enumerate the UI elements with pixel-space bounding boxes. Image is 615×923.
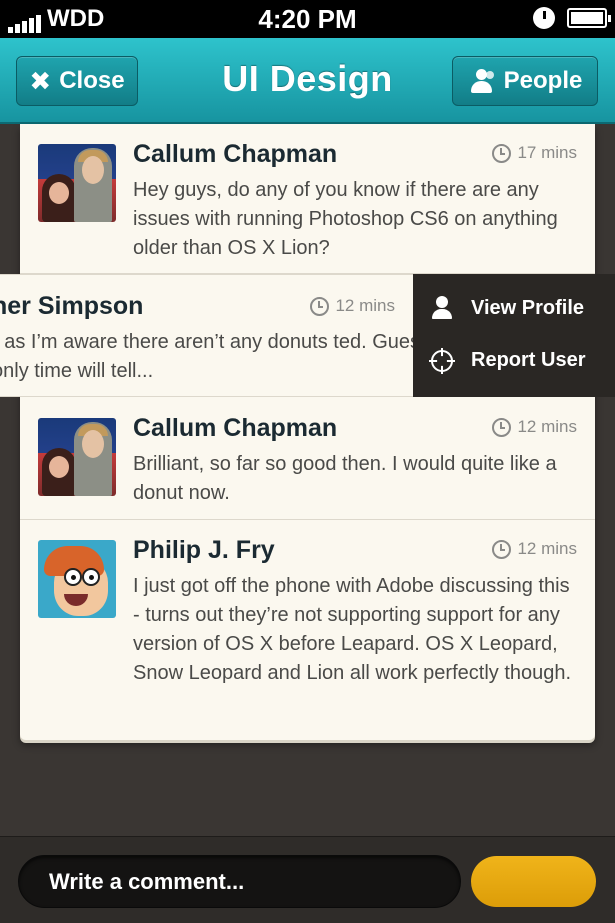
- timestamp: 17 mins: [492, 143, 577, 163]
- navigation-bar: ✖ Close UI Design People: [0, 38, 615, 124]
- swiped-list-item[interactable]: her Simpson 12 mins r as I’m aware there…: [0, 274, 615, 398]
- send-button[interactable]: [471, 856, 596, 907]
- message-text: Hey guys, do any of you know if there ar…: [133, 179, 558, 259]
- people-button[interactable]: People: [452, 56, 598, 106]
- view-profile-button[interactable]: View Profile: [431, 296, 584, 320]
- timestamp: 12 mins: [492, 539, 577, 559]
- author-name[interactable]: her Simpson: [0, 292, 143, 321]
- message-text: Brilliant, so far so good then. I would …: [133, 453, 557, 504]
- message-text: I just got off the phone with Adobe disc…: [133, 575, 572, 684]
- alarm-clock-icon: [533, 7, 555, 29]
- author-name[interactable]: Philip J. Fry: [133, 536, 275, 565]
- swipe-action-panel: View Profile Report User: [413, 274, 615, 397]
- crosshair-icon: [429, 347, 455, 374]
- message-text: r as I’m aware there aren’t any donuts t…: [0, 331, 413, 382]
- avatar[interactable]: [38, 540, 116, 618]
- report-user-label: Report User: [471, 349, 586, 371]
- comment-feed: Callum Chapman 17 mins Hey guys, do any …: [20, 124, 595, 740]
- list-item[interactable]: her Simpson 12 mins r as I’m aware there…: [0, 274, 413, 397]
- timestamp: 12 mins: [310, 296, 395, 316]
- list-item[interactable]: Callum Chapman 12 mins Brilliant, so far…: [20, 398, 595, 520]
- list-item[interactable]: Philip J. Fry 12 mins I just got off the…: [20, 520, 595, 734]
- user-icon: [431, 296, 453, 320]
- status-time: 4:20 PM: [258, 4, 357, 34]
- avatar[interactable]: [38, 144, 116, 222]
- report-user-button[interactable]: Report User: [429, 347, 586, 374]
- clock-icon: [492, 417, 512, 437]
- timestamp: 12 mins: [492, 417, 577, 437]
- comment-composer: Write a comment...: [0, 836, 615, 923]
- author-name[interactable]: Callum Chapman: [133, 414, 337, 443]
- avatar[interactable]: [38, 418, 116, 496]
- people-icon: [468, 69, 496, 93]
- clock-icon: [310, 296, 330, 316]
- list-item[interactable]: Callum Chapman 17 mins Hey guys, do any …: [20, 124, 595, 274]
- clock-icon: [492, 539, 512, 559]
- author-name[interactable]: Callum Chapman: [133, 140, 337, 169]
- battery-icon: [567, 8, 611, 28]
- people-button-label: People: [503, 67, 583, 94]
- clock-icon: [492, 143, 512, 163]
- status-bar: WDD 4:20 PM: [0, 0, 615, 38]
- view-profile-label: View Profile: [471, 296, 585, 319]
- comment-input[interactable]: Write a comment...: [18, 855, 461, 908]
